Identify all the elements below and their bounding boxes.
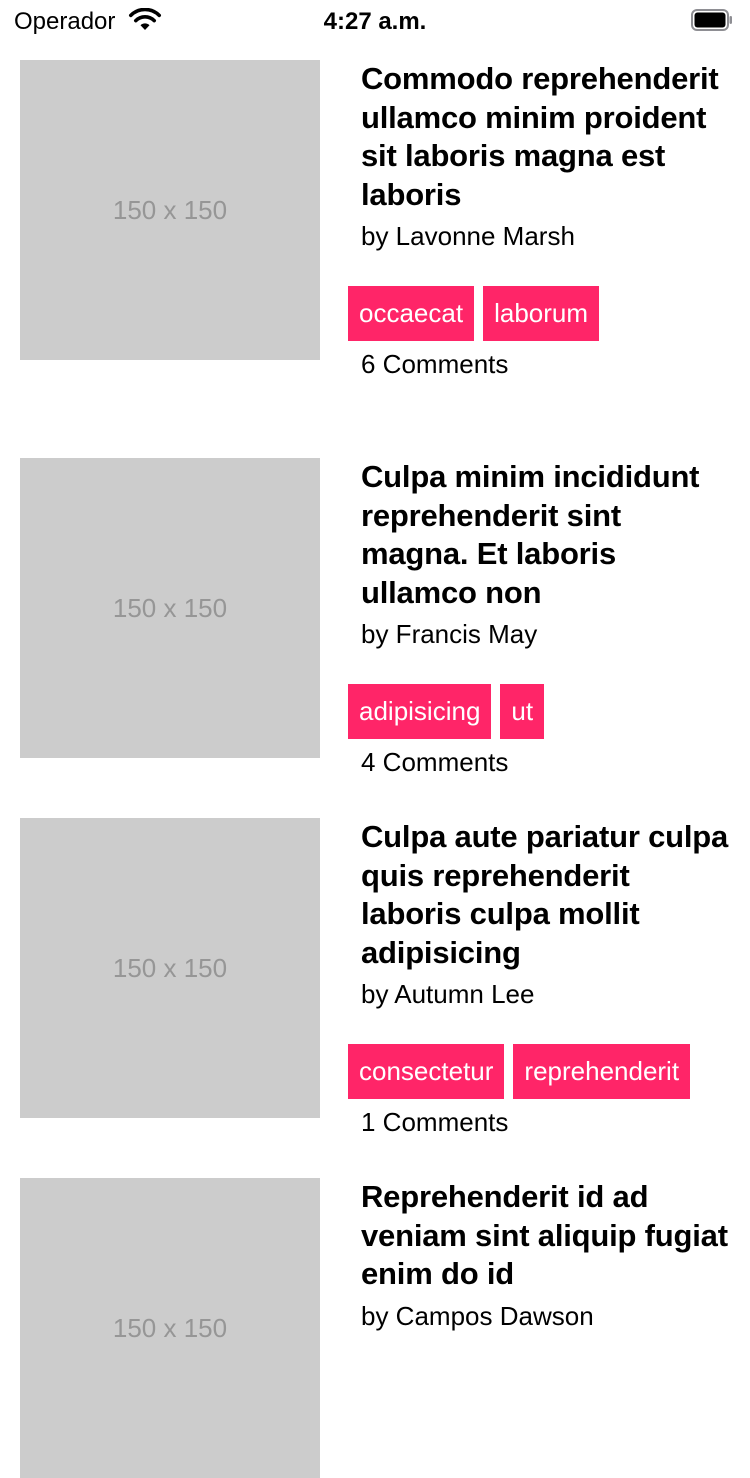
post-author: by Autumn Lee — [361, 979, 535, 1009]
post-author: by Lavonne Marsh — [361, 221, 575, 251]
post-thumbnail[interactable]: 150 x 150 — [20, 60, 320, 360]
post-info: Culpa aute pariatur culpa quis reprehend… — [348, 818, 733, 1137]
post-title[interactable]: Commodo reprehenderit ullamco minim proi… — [348, 60, 733, 214]
tag-badge[interactable]: laborum — [483, 286, 600, 341]
comment-count[interactable]: 4 Comments — [348, 747, 733, 777]
tag-badge[interactable]: reprehenderit — [513, 1044, 691, 1099]
tag-list: adipisicing ut — [348, 684, 733, 739]
post-info: Reprehenderit id ad veniam sint aliquip … — [348, 1178, 733, 1331]
tag-badge[interactable]: consectetur — [348, 1044, 505, 1099]
comment-count[interactable]: 6 Comments — [348, 349, 733, 379]
post-info: Commodo reprehenderit ullamco minim proi… — [348, 60, 733, 379]
post-author: by Francis May — [361, 619, 538, 649]
tag-badge[interactable]: occaecat — [348, 286, 475, 341]
post-title[interactable]: Culpa minim incididunt reprehenderit sin… — [348, 458, 733, 612]
tag-badge[interactable]: ut — [500, 684, 545, 739]
post-thumbnail[interactable]: 150 x 150 — [20, 1178, 320, 1478]
post-info: Culpa minim incididunt reprehenderit sin… — [348, 458, 733, 777]
thumbnail-placeholder-text: 150 x 150 — [112, 592, 228, 623]
post-author: by Campos Dawson — [361, 1300, 594, 1331]
post-thumbnail[interactable]: 150 x 150 — [20, 458, 320, 758]
thumbnail-placeholder-text: 150 x 150 — [112, 194, 228, 225]
tag-list: consectetur reprehenderit — [348, 1044, 733, 1099]
thumbnail-placeholder-text: 150 x 150 — [112, 952, 228, 983]
comment-count[interactable]: 1 Comments — [348, 1107, 733, 1137]
thumbnail-placeholder-text: 150 x 150 — [112, 1312, 228, 1343]
battery-icon — [691, 9, 732, 31]
post-thumbnail[interactable]: 150 x 150 — [20, 818, 320, 1118]
status-bar: Operador 4:27 a.m. — [0, 0, 750, 44]
tag-list: occaecat laborum — [348, 286, 733, 341]
post-title[interactable]: Reprehenderit id ad veniam sint aliquip … — [348, 1178, 733, 1294]
post-title[interactable]: Culpa aute pariatur culpa quis reprehend… — [348, 818, 733, 972]
status-time: 4:27 a.m. — [323, 8, 427, 35]
tag-badge[interactable]: adipisicing — [348, 684, 492, 739]
